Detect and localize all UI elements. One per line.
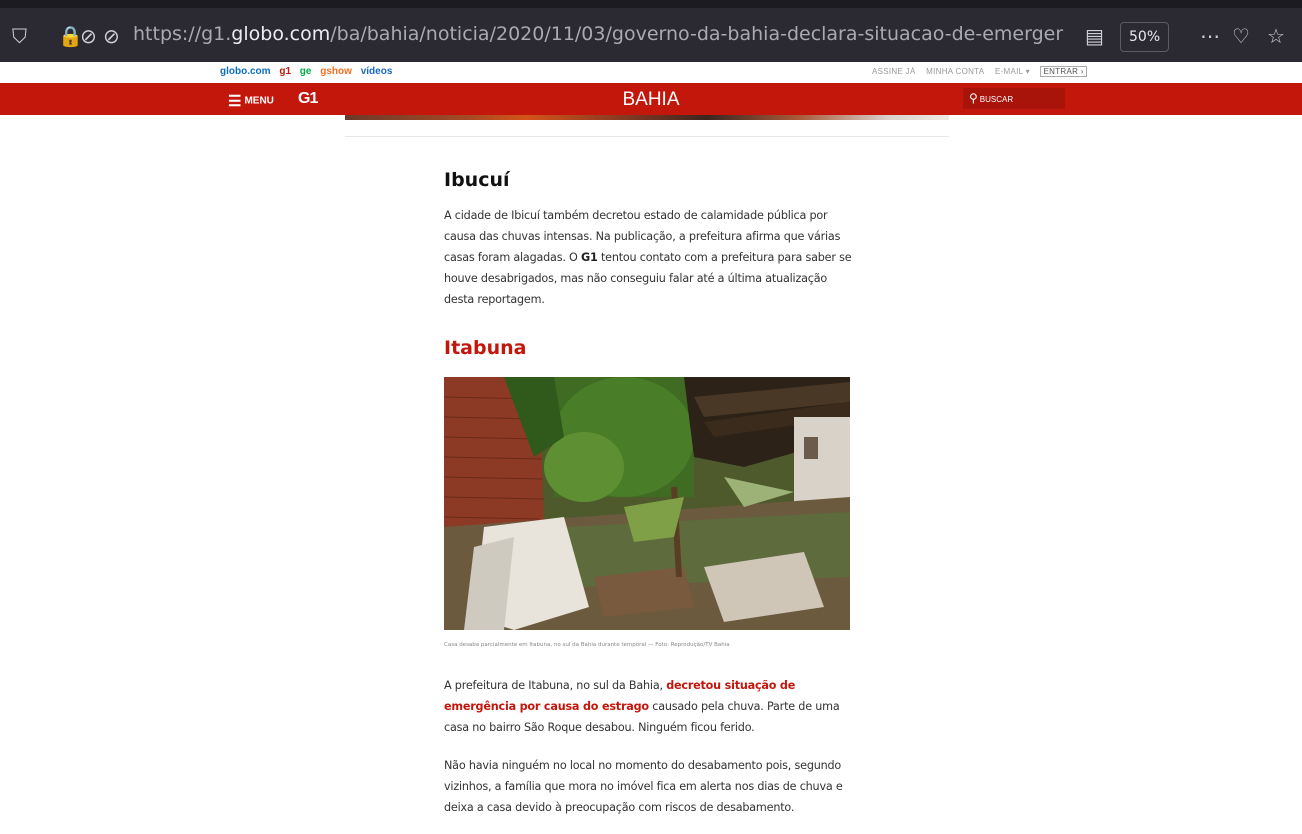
g1-bold: G1 [581, 251, 598, 264]
search-placeholder: BUSCAR [979, 95, 1014, 104]
paragraph-ibucui: A cidade de Ibicuí também decretou estad… [444, 205, 852, 310]
link-ge[interactable]: ge [300, 66, 312, 77]
search-input[interactable]: ⚲ BUSCAR [963, 88, 1065, 109]
bookmark-star-icon[interactable]: ☆ [1267, 26, 1285, 46]
search-icon: ⚲ [969, 91, 978, 105]
zoom-level[interactable]: 50% [1120, 22, 1170, 52]
pocket-icon[interactable]: ♡ [1232, 26, 1250, 46]
paragraph-desabamento: Não havia ninguém no local no momento do… [444, 759, 843, 814]
link-g1[interactable]: g1 [279, 66, 291, 77]
site-header: ☰ MENU G1 BAHIA ⚲ BUSCAR [0, 83, 1302, 115]
account-links: ASSINE JÁ MINHA CONTA E-MAIL ▾ ENTRAR › [872, 66, 1095, 77]
address-bar[interactable]: https://g1.globo.com/ba/bahia/noticia/20… [133, 23, 1063, 45]
link-minha-conta[interactable]: MINHA CONTA [926, 67, 984, 76]
link-videos[interactable]: vídeos [361, 66, 393, 77]
link-gshow[interactable]: gshow [320, 66, 352, 77]
more-actions-icon[interactable]: ⋯ [1200, 26, 1220, 46]
link-email[interactable]: E-MAIL ▾ [995, 67, 1030, 76]
article-photo[interactable] [444, 377, 850, 630]
section-title: BAHIA [622, 89, 680, 110]
url-prefix: https://g1. [133, 23, 232, 45]
tracking-blocked-icon[interactable]: ⊘ [80, 26, 97, 46]
globo-top-strip: globo.com g1 ge gshow vídeos ASSINE JÁ M… [0, 62, 1302, 84]
globo-network-links: globo.com g1 ge gshow vídeos [220, 66, 398, 77]
content-divider [345, 136, 949, 137]
collapsed-house-photo [444, 377, 850, 630]
paragraph-itabuna: A prefeitura de Itabuna, no sul da Bahia… [444, 675, 852, 738]
url-domain: globo.com [231, 23, 331, 45]
browser-toolbar: ⛉ 🔒 ⊘ ⊘ https://g1.globo.com/ba/bahia/no… [0, 0, 1302, 62]
reader-view-icon[interactable]: ▤ [1085, 26, 1104, 46]
link-globocom[interactable]: globo.com [220, 66, 271, 77]
subheading-itabuna: Itabuna [444, 337, 527, 359]
url-path: /ba/bahia/noticia/2020/11/03/governo-da-… [330, 23, 1063, 45]
shield-icon[interactable]: ⛉ [12, 26, 27, 46]
entrar-button[interactable]: ENTRAR › [1040, 66, 1087, 77]
subheading-ibucui: Ibucuí [444, 169, 510, 191]
link-assine[interactable]: ASSINE JÁ [872, 67, 916, 76]
photo-caption: Casa desaba parcialmente em Itabuna, no … [444, 642, 730, 648]
previous-image-strip [345, 115, 949, 120]
paragraph-text: A prefeitura de Itabuna, no sul da Bahia… [444, 679, 667, 692]
permissions-blocked-icon[interactable]: ⊘ [103, 26, 120, 46]
